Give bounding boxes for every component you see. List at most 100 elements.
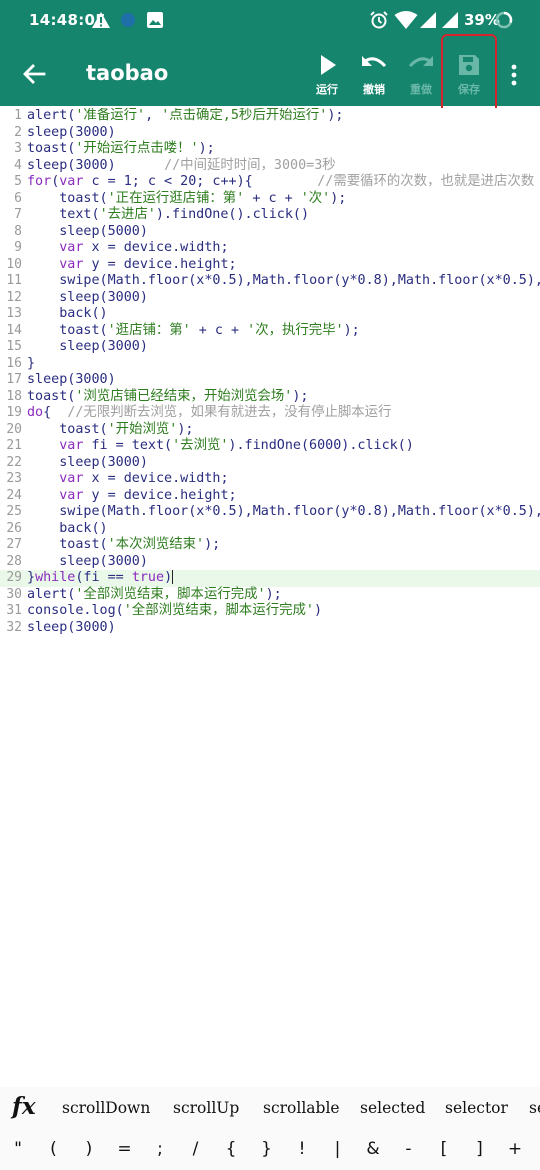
code-token: ); bbox=[265, 586, 282, 602]
code-line[interactable]: 3 toast('开始运行点击喽！'); bbox=[0, 141, 540, 158]
line-number: 31 bbox=[6, 603, 22, 618]
code-token: y = device.height; bbox=[83, 487, 237, 503]
line-number: 19 bbox=[6, 405, 22, 420]
symbol-key[interactable]: - bbox=[397, 1139, 421, 1159]
undo-button[interactable]: 撤销 bbox=[349, 48, 399, 104]
line-number: 16 bbox=[6, 355, 22, 371]
code-token: ).findOne().click() bbox=[155, 207, 310, 222]
symbol-key[interactable]: = bbox=[113, 1139, 137, 1159]
code-token: { bbox=[43, 405, 68, 420]
arrow-back-icon bbox=[23, 64, 46, 84]
symbol-key[interactable]: [ bbox=[432, 1139, 456, 1159]
code-token: while bbox=[35, 570, 76, 585]
line-number: 14 bbox=[6, 322, 22, 338]
code-text: toast('逛店铺：第' + c + '次，执行完毕'); bbox=[27, 323, 360, 340]
code-line[interactable]: 20 toast('开始浏览'); bbox=[0, 422, 540, 439]
code-token: , bbox=[145, 108, 162, 123]
symbol-key[interactable]: ( bbox=[42, 1139, 66, 1159]
symbol-key[interactable]: " bbox=[6, 1139, 30, 1159]
redo-button[interactable]: 重做 bbox=[396, 48, 446, 104]
code-line[interactable]: 22 sleep(3000) bbox=[0, 455, 540, 472]
symbol-key[interactable]: | bbox=[326, 1139, 350, 1159]
more-options-button[interactable] bbox=[502, 62, 526, 88]
symbol-key[interactable]: } bbox=[255, 1139, 279, 1159]
code-token: '点击确定,5秒后开始运行' bbox=[161, 108, 328, 123]
image-icon bbox=[145, 10, 165, 30]
code-token: sleep(3000) bbox=[27, 157, 165, 173]
symbol-key[interactable]: ; bbox=[148, 1139, 172, 1159]
code-line[interactable]: 32 sleep(3000) bbox=[0, 620, 540, 637]
symbol-key[interactable]: / bbox=[184, 1139, 208, 1159]
code-line[interactable]: 17 sleep(3000) bbox=[0, 372, 540, 389]
code-text: sleep(3000) bbox=[27, 372, 116, 389]
code-line[interactable]: 30 alert('全部浏览结束，脚本运行完成'); bbox=[0, 587, 540, 604]
symbol-key[interactable]: & bbox=[361, 1139, 385, 1159]
symbol-key[interactable]: + bbox=[503, 1139, 527, 1159]
line-number: 29 bbox=[6, 570, 22, 585]
code-line[interactable]: 11 swipe(Math.floor(x*0.5),Math.floor(y*… bbox=[0, 273, 540, 290]
suggestion-item[interactable]: scrollDown bbox=[62, 1099, 150, 1117]
code-line[interactable]: 2 sleep(3000) bbox=[0, 125, 540, 142]
symbol-key[interactable]: { bbox=[219, 1139, 243, 1159]
code-line[interactable]: 9 var x = device.width; bbox=[0, 240, 540, 257]
line-number: 12 bbox=[6, 289, 22, 305]
signal-icon bbox=[440, 10, 460, 30]
code-line[interactable]: 24 var y = device.height; bbox=[0, 488, 540, 505]
suggestion-item[interactable]: selected bbox=[360, 1099, 425, 1117]
suggestion-item[interactable]: se bbox=[529, 1099, 540, 1117]
suggestion-item[interactable]: selector bbox=[445, 1099, 508, 1117]
code-line[interactable]: 21 var fi = text('去浏览').findOne(6000).cl… bbox=[0, 438, 540, 455]
code-line[interactable]: 4 sleep(3000) //中间延时时间，3000=3秒 bbox=[0, 158, 540, 175]
code-token: } bbox=[27, 355, 36, 371]
text-cursor bbox=[172, 570, 174, 584]
line-number: 13 bbox=[6, 306, 22, 321]
run-button[interactable]: 运行 bbox=[302, 48, 352, 104]
symbol-key[interactable]: ] bbox=[468, 1139, 492, 1159]
code-line[interactable]: 13 back() bbox=[0, 306, 540, 323]
line-number: 26 bbox=[6, 520, 22, 536]
code-token: toast( bbox=[27, 141, 76, 156]
code-text: alert('全部浏览结束，脚本运行完成'); bbox=[27, 587, 282, 604]
code-token: sleep(3000) bbox=[27, 454, 148, 470]
code-text: sleep(3000) bbox=[27, 455, 148, 472]
code-line[interactable]: 26 back() bbox=[0, 521, 540, 538]
back-button[interactable] bbox=[18, 58, 50, 90]
symbol-key[interactable]: ) bbox=[77, 1139, 101, 1159]
code-line[interactable]: 23 var x = device.width; bbox=[0, 471, 540, 488]
code-line[interactable]: 8 sleep(5000) bbox=[0, 224, 540, 241]
play-icon bbox=[321, 55, 336, 75]
code-line[interactable]: 31 console.log('全部浏览结束，脚本运行完成') bbox=[0, 603, 540, 620]
code-line[interactable]: 25 swipe(Math.floor(x*0.5),Math.floor(y*… bbox=[0, 504, 540, 521]
code-line[interactable]: 29}while(fi == true) bbox=[0, 570, 540, 587]
line-number: 1 bbox=[14, 108, 22, 123]
symbol-key[interactable]: ! bbox=[290, 1139, 314, 1159]
code-token: sleep(3000) bbox=[27, 289, 148, 305]
code-text: sleep(3000) bbox=[27, 620, 116, 637]
function-button[interactable]: fx bbox=[12, 1093, 36, 1120]
code-text: alert('准备运行', '点击确定,5秒后开始运行'); bbox=[27, 108, 343, 125]
code-token: + c + bbox=[190, 322, 248, 338]
code-line[interactable]: 28 sleep(3000) bbox=[0, 554, 540, 571]
code-line[interactable]: 12 sleep(3000) bbox=[0, 290, 540, 307]
code-line[interactable]: 7 text('去进店').findOne().click() bbox=[0, 207, 540, 224]
code-text: console.log('全部浏览结束，脚本运行完成') bbox=[27, 603, 322, 620]
code-text: do{ //无限判断去浏览，如果有就进去，没有停止脚本运行 bbox=[27, 405, 391, 422]
suggestion-item[interactable]: scrollUp bbox=[173, 1099, 239, 1117]
suggestion-item[interactable]: scrollable bbox=[263, 1099, 340, 1117]
suggestion-bar: fx scrollDown scrollUp scrollable select… bbox=[0, 1087, 540, 1129]
code-line[interactable]: 1 alert('准备运行', '点击确定,5秒后开始运行'); bbox=[0, 108, 540, 125]
code-token: true bbox=[131, 570, 165, 585]
redo-icon bbox=[408, 56, 433, 68]
code-token: sleep(3000) bbox=[27, 553, 148, 569]
code-line[interactable]: 19 do{ //无限判断去浏览，如果有就进去，没有停止脚本运行 bbox=[0, 405, 540, 422]
code-line[interactable]: 16} bbox=[0, 356, 540, 373]
code-line[interactable]: 27 toast('本次浏览结束'); bbox=[0, 537, 540, 554]
code-line[interactable]: 5 for(var c = 1; c < 20; c++){ //需要循环的次数，… bbox=[0, 174, 540, 191]
code-line[interactable]: 18 toast('浏览店铺已经结束，开始浏览会场'); bbox=[0, 389, 540, 406]
code-line[interactable]: 14 toast('逛店铺：第' + c + '次，执行完毕'); bbox=[0, 323, 540, 340]
code-editor[interactable]: 1 alert('准备运行', '点击确定,5秒后开始运行'); 2 sleep(30… bbox=[0, 108, 540, 1086]
code-line[interactable]: 6 toast('正在运行逛店铺：第' + c + '次'); bbox=[0, 191, 540, 208]
code-line[interactable]: 10 var y = device.height; bbox=[0, 257, 540, 274]
code-token: + c + bbox=[244, 190, 301, 206]
code-line[interactable]: 15 sleep(3000) bbox=[0, 339, 540, 356]
